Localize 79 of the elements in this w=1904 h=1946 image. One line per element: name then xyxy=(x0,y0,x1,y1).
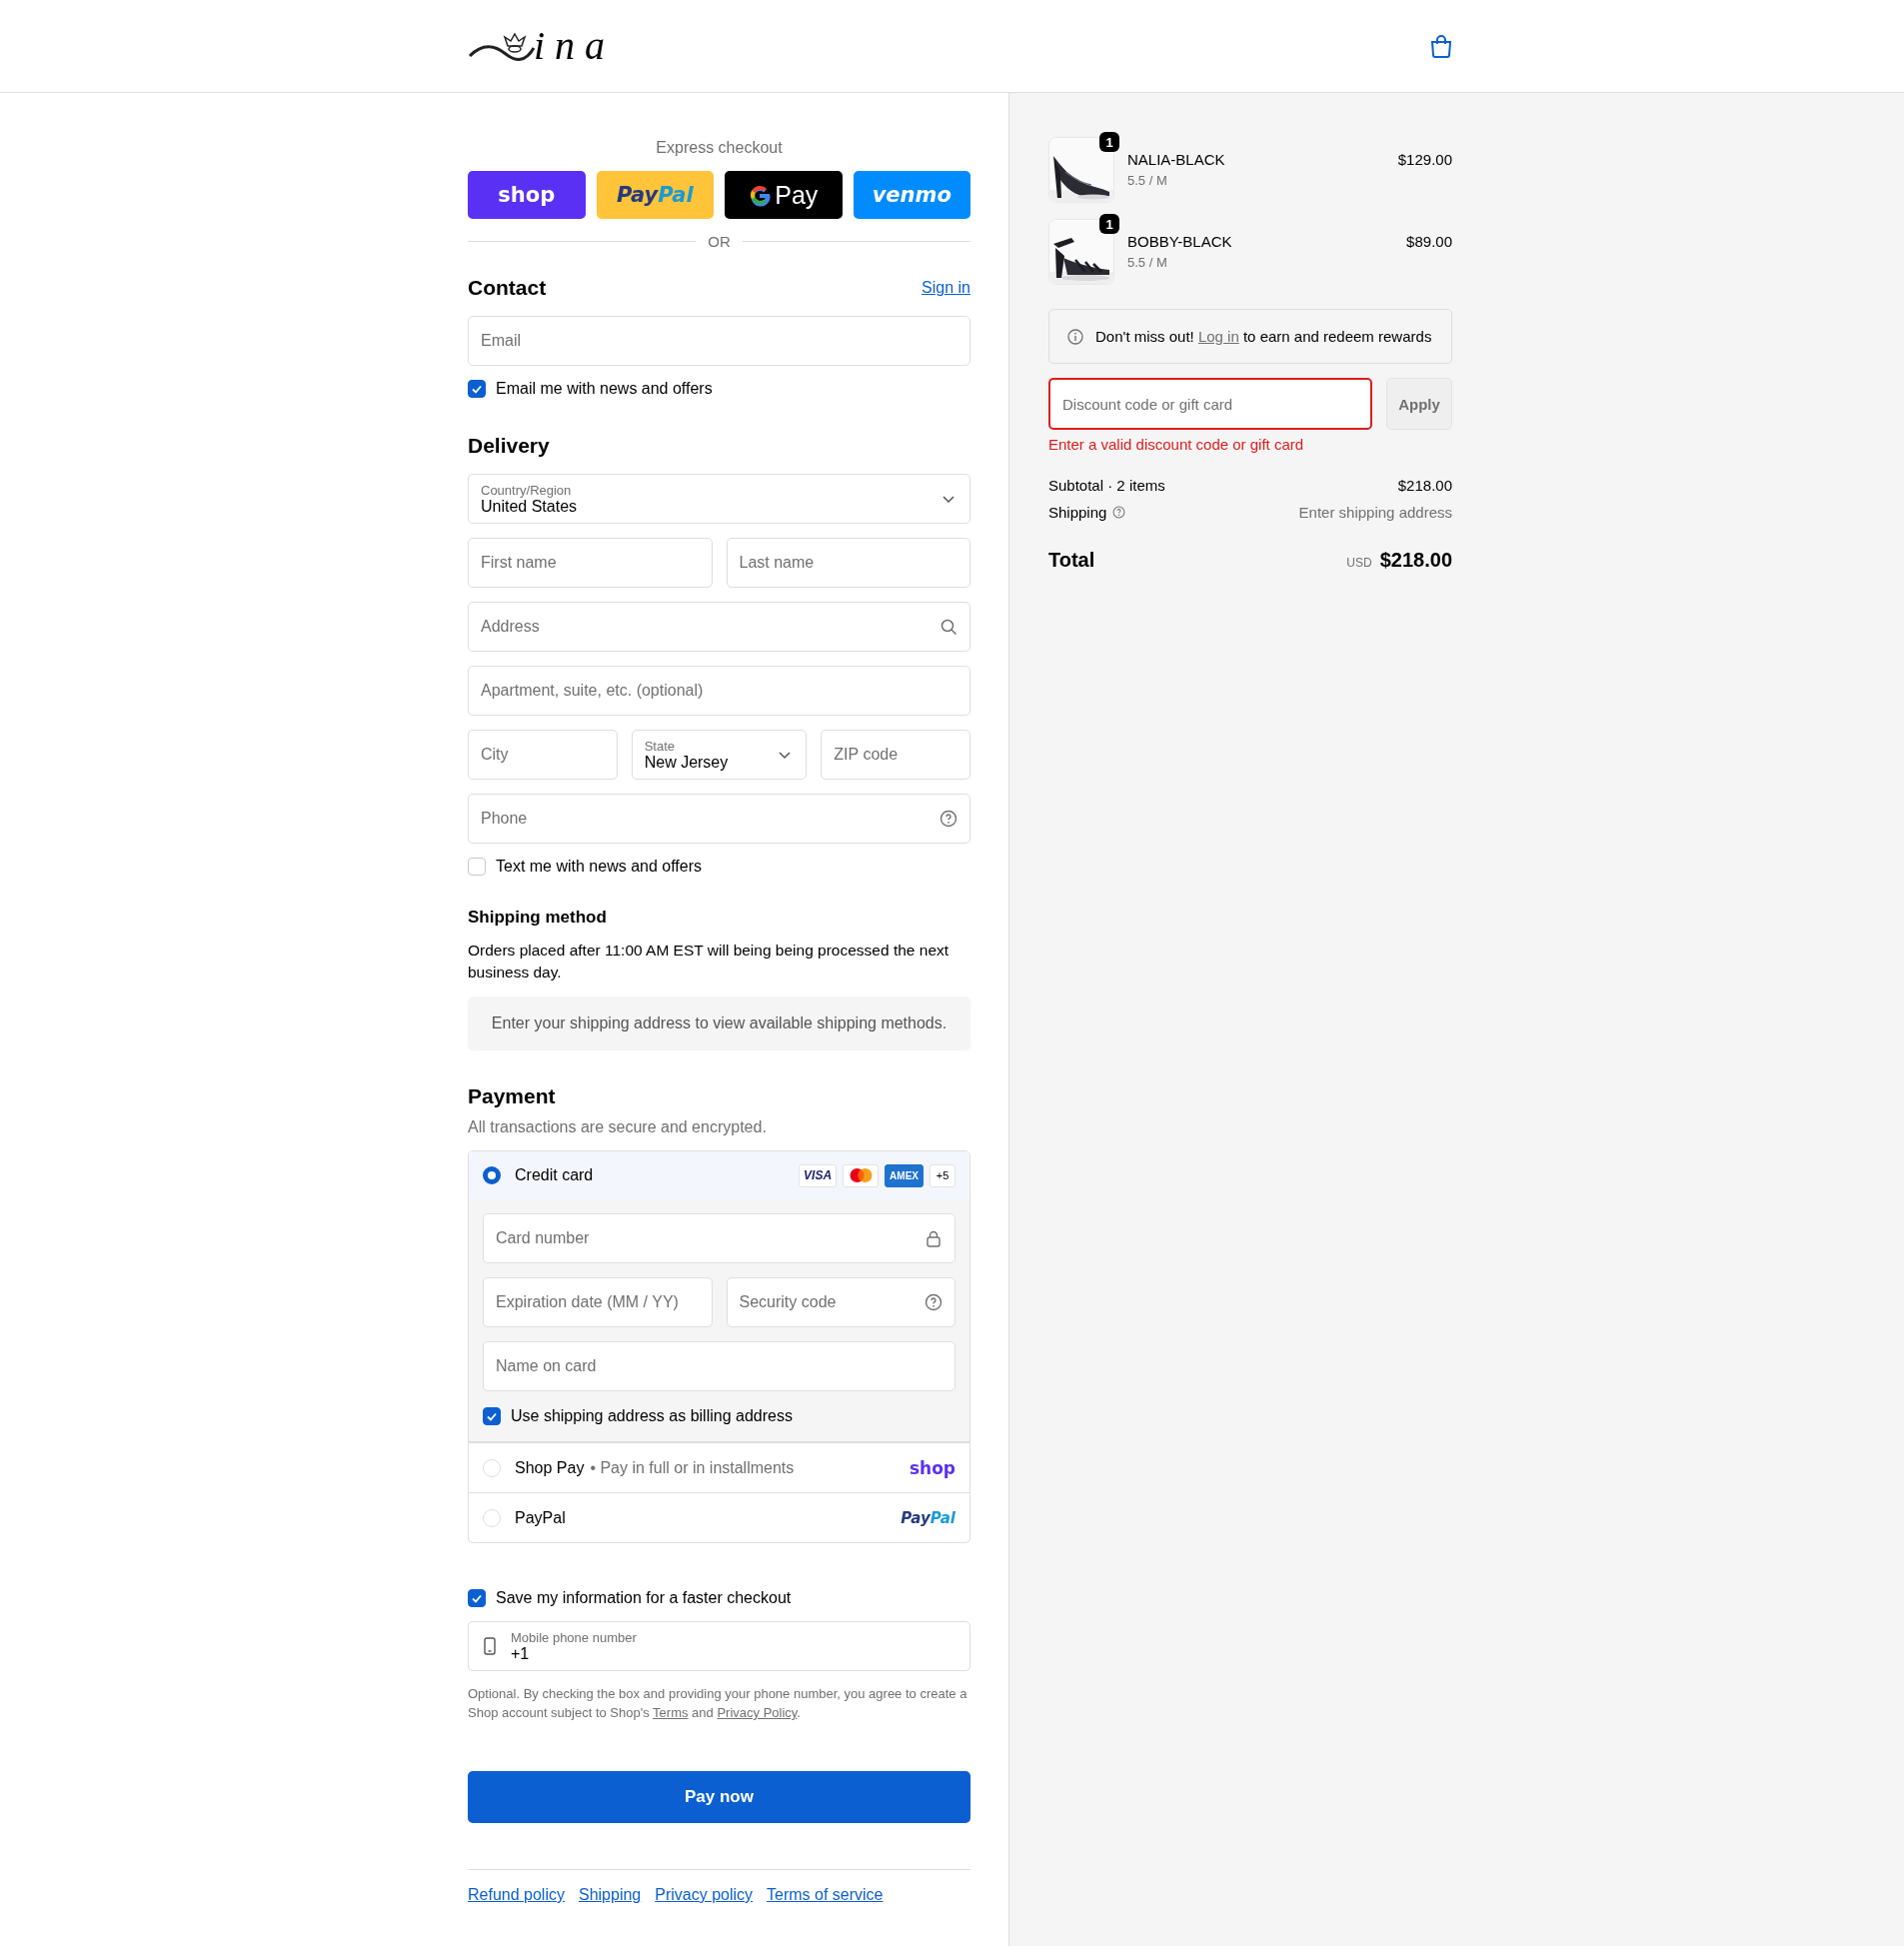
info-icon xyxy=(1067,328,1083,345)
payment-button[interactable]: PayPal xyxy=(596,171,714,219)
product-name: BOBBY-BLACK xyxy=(1127,233,1233,250)
total-label: Total xyxy=(1048,549,1095,572)
legal-text: Optional. By checking the box and providing your phone number, you agree to create a Shop account subject to Shop's Terms and Privacy Policy. xyxy=(468,1685,968,1723)
footer-link[interactable]: Shipping xyxy=(578,1886,642,1905)
help-icon xyxy=(1112,506,1126,519)
more-brands-count: +5 xyxy=(930,1163,955,1187)
card-brand-logo: AMEX xyxy=(885,1163,924,1187)
checkbox-label: Email me with news and offers xyxy=(496,380,713,398)
footer-link[interactable]: Privacy policy xyxy=(655,1886,754,1905)
checkbox[interactable] xyxy=(468,1589,486,1608)
method-label: Shop Pay xyxy=(515,1458,585,1476)
sign-in-link[interactable]: Sign in xyxy=(922,279,970,297)
input-field[interactable]: Discount code or gift card xyxy=(1048,378,1372,430)
field-value: New Jersey xyxy=(644,753,729,772)
section-heading: Delivery xyxy=(468,434,550,458)
field-value: +1 xyxy=(511,1644,531,1663)
apply-button[interactable]: Apply xyxy=(1386,378,1452,430)
pay-now-button[interactable]: Pay now xyxy=(468,1771,970,1824)
product-name: NALIA-BLACK xyxy=(1127,151,1226,168)
total-amount: $218.00 xyxy=(1379,549,1452,572)
field-label: Country/Region xyxy=(481,482,573,498)
currency-code: USD xyxy=(1346,556,1372,570)
search-icon xyxy=(940,618,957,636)
card-brand-logo: VISA xyxy=(799,1163,838,1187)
error-message: Enter a valid discount code or gift card xyxy=(1048,436,1305,453)
footer-link[interactable]: Terms of service xyxy=(767,1886,884,1905)
payment-button[interactable]: Pay xyxy=(725,171,843,219)
product-price: $89.00 xyxy=(1406,232,1452,250)
checkbox[interactable] xyxy=(468,380,486,398)
shipping-label: Shipping xyxy=(1048,504,1107,521)
section-label: Express checkout xyxy=(655,139,784,157)
product-variant: 5.5 / M xyxy=(1127,173,1168,188)
shipping-message: Enter your shipping address to view available shipping methods. xyxy=(468,996,970,1051)
section-heading: Payment xyxy=(468,1084,556,1109)
section-heading: Contact xyxy=(468,276,547,300)
mastercard-icon xyxy=(849,1168,873,1183)
paypal-logo: PayPal xyxy=(901,1508,955,1527)
checkbox-label: Text me with news and offers xyxy=(496,858,703,876)
method-detail: • Pay in full or in installments xyxy=(590,1458,795,1476)
select-field[interactable]: Country/Region United States xyxy=(468,474,970,524)
login-link[interactable]: Log in xyxy=(1197,328,1239,345)
checkbox-label: Use shipping address as billing address xyxy=(511,1407,793,1426)
checkbox[interactable] xyxy=(468,858,486,876)
shipping-value: Enter shipping address xyxy=(1298,504,1452,521)
bag-icon[interactable] xyxy=(1430,34,1452,58)
help-icon xyxy=(925,1293,943,1312)
help-icon xyxy=(940,810,957,828)
field-label: Mobile phone number xyxy=(511,1629,637,1645)
payment-button[interactable]: venmo xyxy=(853,171,970,219)
product-price: $129.00 xyxy=(1397,150,1452,168)
section-heading: Shipping method xyxy=(468,908,608,928)
product-variant: 5.5 / M xyxy=(1127,255,1168,270)
rewards-text: Don't miss out! Log in to earn and redeem rewards xyxy=(1095,328,1432,345)
logo-text: ina xyxy=(534,26,616,66)
field-label: State xyxy=(644,738,677,754)
select-field[interactable]: State New Jersey xyxy=(631,730,808,780)
shop-pay-logo: shop xyxy=(909,1457,955,1478)
quantity-badge: 1 xyxy=(1099,214,1119,234)
field-value: United States xyxy=(481,497,578,516)
phone-field[interactable]: Mobile phone number +1 xyxy=(468,1621,970,1672)
footer-link[interactable]: Refund policy xyxy=(468,1886,565,1905)
payment-button[interactable]: shop xyxy=(468,171,586,219)
radio-button[interactable] xyxy=(483,1166,501,1185)
method-label: Credit card xyxy=(515,1166,594,1184)
divider-label: OR xyxy=(708,233,731,250)
phone-icon xyxy=(483,1637,497,1656)
subtotal-value: $218.00 xyxy=(1397,477,1452,494)
method-label: PayPal xyxy=(515,1508,566,1526)
section-subtitle: All transactions are secure and encrypted. xyxy=(468,1118,768,1137)
google-icon xyxy=(749,183,772,207)
checkbox-label: Save my information for a faster checkout xyxy=(496,1589,792,1608)
terms-link[interactable]: Terms xyxy=(653,1705,689,1721)
quantity-badge: 1 xyxy=(1099,132,1119,152)
lock-icon xyxy=(925,1229,943,1248)
shipping-note: Orders placed after 11:00 AM EST will being being processed the next business day. xyxy=(468,941,951,982)
checkbox[interactable] xyxy=(483,1407,501,1426)
subtotal-label: Subtotal · 2 items xyxy=(1048,477,1165,494)
